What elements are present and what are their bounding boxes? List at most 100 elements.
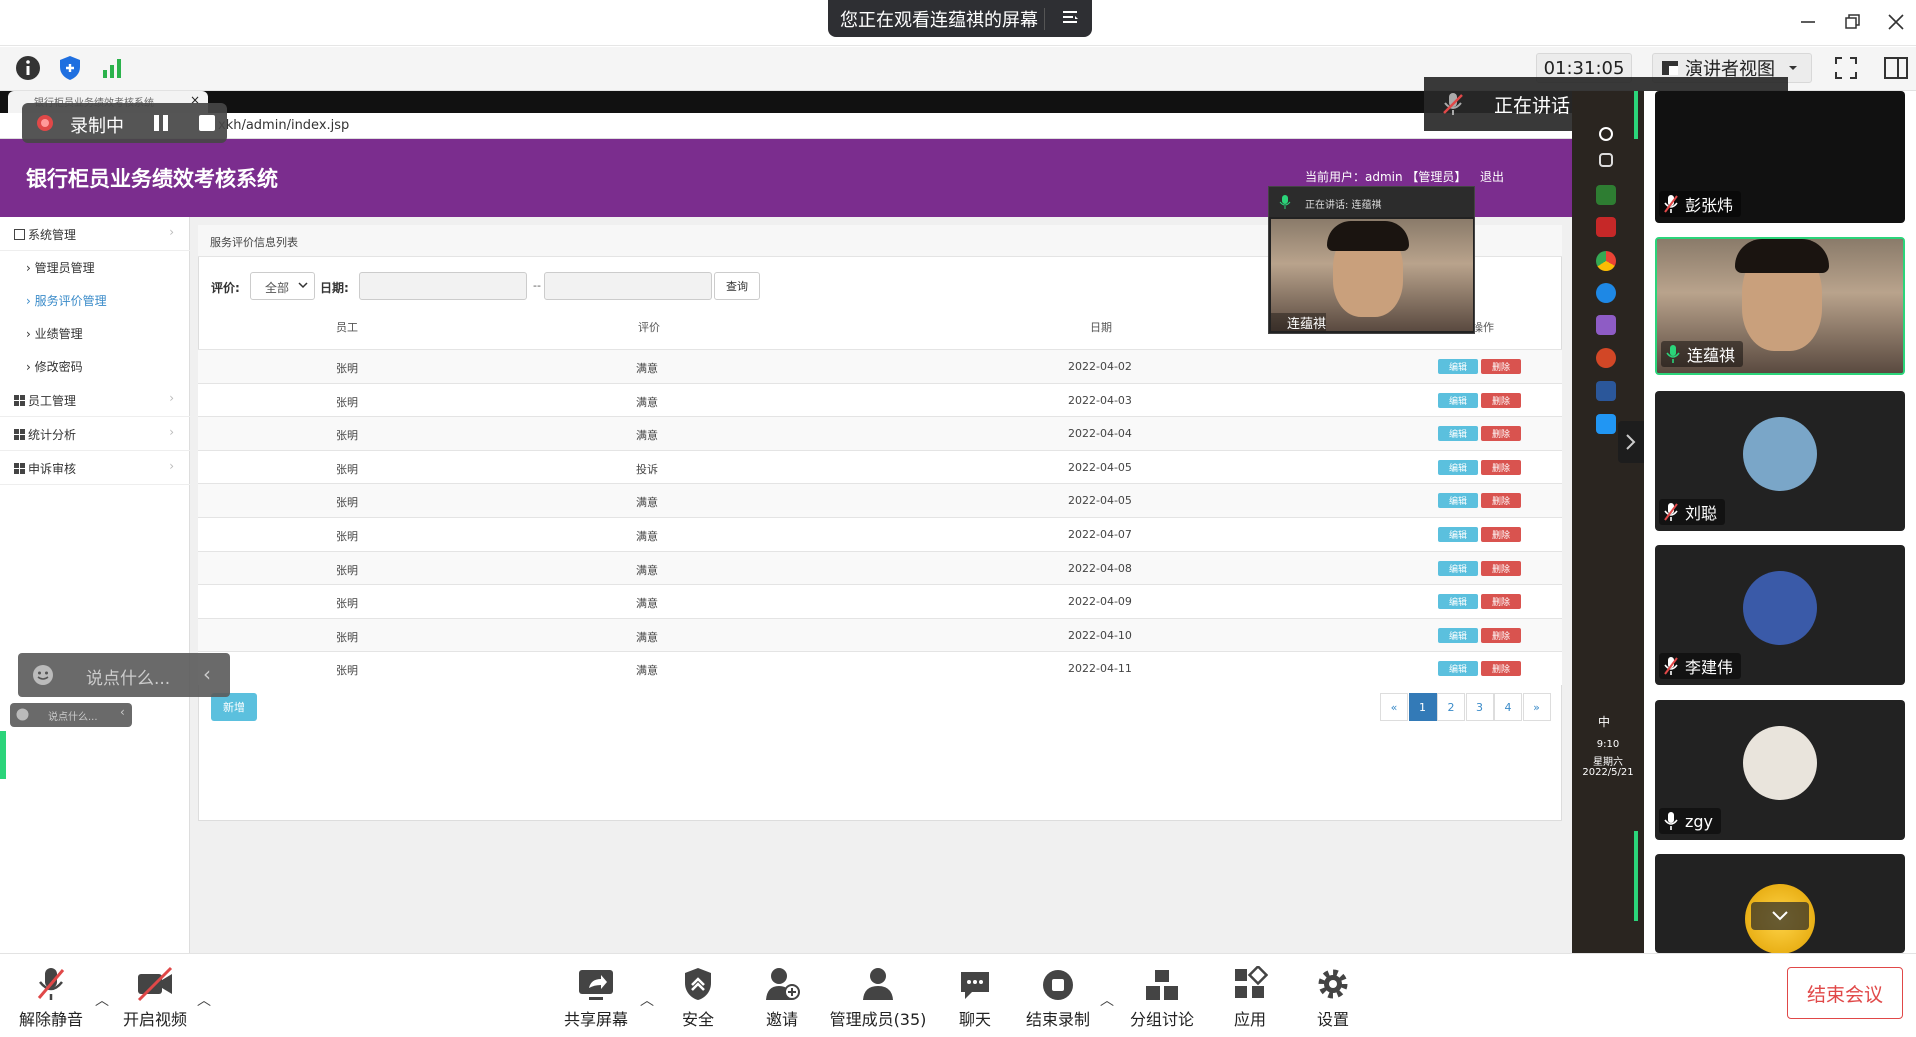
minimize-icon[interactable] xyxy=(1796,10,1820,34)
recording-indicator[interactable]: 录制中 xyxy=(22,103,227,143)
sidebar-item-admin[interactable]: › 管理员管理 xyxy=(0,251,190,284)
invite-button[interactable]: 邀请 xyxy=(758,966,806,1030)
restore-icon[interactable] xyxy=(1840,10,1864,34)
taskview-icon[interactable] xyxy=(1599,153,1613,167)
delete-button[interactable]: 删除 xyxy=(1481,426,1521,442)
chat-button[interactable]: 聊天 xyxy=(955,966,995,1030)
app-icon[interactable] xyxy=(1596,185,1616,205)
sidebar-item-label: 业绩管理 xyxy=(34,327,83,341)
edit-button[interactable]: 编辑 xyxy=(1438,627,1478,643)
edit-button[interactable]: 编辑 xyxy=(1438,560,1478,576)
participant-tile[interactable]: 李建伟 xyxy=(1655,545,1905,685)
edit-button[interactable]: 编辑 xyxy=(1438,661,1478,677)
delete-button[interactable]: 删除 xyxy=(1481,392,1521,408)
chat-input-bar[interactable]: 说点什么... ‹ xyxy=(18,653,230,697)
start-date-input[interactable] xyxy=(359,272,527,300)
participant-tile[interactable]: 刘聪 xyxy=(1655,391,1905,531)
delete-button[interactable]: 删除 xyxy=(1481,459,1521,475)
rating-cell: 满意 xyxy=(636,429,658,443)
page-button[interactable]: 1 xyxy=(1408,693,1437,721)
share-screen-button[interactable]: 共享屏幕 xyxy=(556,966,636,1030)
add-button[interactable]: 新增 xyxy=(211,693,257,721)
security-button[interactable]: 安全 xyxy=(676,966,720,1030)
chevron-up-icon[interactable]: ︿ xyxy=(640,990,654,1010)
menu-icon[interactable] xyxy=(1060,7,1080,27)
delete-button[interactable]: 删除 xyxy=(1481,594,1521,610)
edit-button[interactable]: 编辑 xyxy=(1438,426,1478,442)
delete-button[interactable]: 删除 xyxy=(1481,560,1521,576)
chrome-icon[interactable] xyxy=(1596,251,1616,271)
sidebar-item-rating[interactable]: › 服务评价管理 xyxy=(0,284,190,317)
signal-icon[interactable] xyxy=(98,54,128,84)
search-button[interactable]: 查询 xyxy=(714,272,760,300)
sidebar-item-performance[interactable]: › 业绩管理 xyxy=(0,317,190,350)
prev-page-button[interactable]: « xyxy=(1380,693,1408,721)
app-icon[interactable] xyxy=(1596,315,1616,335)
delete-button[interactable]: 删除 xyxy=(1481,661,1521,677)
end-meeting-button[interactable]: 结束会议 xyxy=(1787,967,1903,1019)
meeting-app-icon[interactable] xyxy=(1596,414,1616,434)
powerpoint-icon[interactable] xyxy=(1596,348,1616,368)
emoji-icon[interactable] xyxy=(16,708,29,721)
sidebar-group-stats[interactable]: 统计分析 › xyxy=(0,417,190,451)
search-circle-icon[interactable] xyxy=(1599,127,1613,141)
sidebar-item-label: 修改密码 xyxy=(34,360,83,374)
shield-icon[interactable] xyxy=(56,54,86,84)
edit-button[interactable]: 编辑 xyxy=(1438,459,1478,475)
participant-tile[interactable] xyxy=(1655,854,1905,953)
presenter-taskbar: 中 9:10 星期六 2022/5/21 xyxy=(1572,91,1644,953)
participant-tile[interactable]: zgy xyxy=(1655,700,1905,840)
page-button[interactable]: 2 xyxy=(1437,693,1465,721)
delete-button[interactable]: 删除 xyxy=(1481,359,1521,374)
viewing-banner[interactable]: 您正在观看连蕴祺的屏幕 xyxy=(828,0,1092,37)
next-page-button[interactable]: » xyxy=(1522,693,1551,721)
edit-button[interactable]: 编辑 xyxy=(1438,594,1478,610)
delete-button[interactable]: 删除 xyxy=(1481,627,1521,643)
chevron-left-icon[interactable]: ‹ xyxy=(203,662,211,686)
logout-link[interactable]: 退出 xyxy=(1480,168,1504,185)
end-recording-button[interactable]: 结束录制 xyxy=(1024,966,1092,1030)
edge-icon[interactable] xyxy=(1596,283,1616,303)
end-date-input[interactable] xyxy=(544,272,712,300)
word-icon[interactable] xyxy=(1596,381,1616,401)
sidebar-item-password[interactable]: › 修改密码 xyxy=(0,350,190,383)
ime-indicator[interactable]: 中 xyxy=(1598,713,1610,730)
emoji-icon[interactable] xyxy=(32,664,54,686)
manage-members-button[interactable]: 管理成员(35) xyxy=(828,966,928,1030)
settings-button[interactable]: 设置 xyxy=(1313,966,1353,1030)
chevron-down-icon[interactable] xyxy=(1751,902,1809,930)
chat-input-bar-small[interactable]: 说点什么... ‹ xyxy=(10,703,132,727)
chevron-left-icon[interactable]: ‹ xyxy=(120,705,125,719)
delete-button[interactable]: 删除 xyxy=(1481,527,1521,542)
chevron-right-icon[interactable] xyxy=(1618,421,1644,463)
edit-button[interactable]: 编辑 xyxy=(1438,527,1478,542)
rating-select[interactable]: 全部 xyxy=(250,272,315,300)
sidebar-group-system[interactable]: 系统管理 › xyxy=(0,217,190,251)
close-icon[interactable] xyxy=(1884,10,1908,34)
page-button[interactable]: 4 xyxy=(1494,693,1522,721)
edit-button[interactable]: 编辑 xyxy=(1438,359,1478,374)
sidebar-toggle-icon[interactable] xyxy=(1882,54,1912,84)
edit-button[interactable]: 编辑 xyxy=(1438,493,1478,509)
sidebar-group-employee[interactable]: 员工管理 › xyxy=(0,383,190,417)
chevron-up-icon[interactable]: ︿ xyxy=(1100,990,1114,1010)
edit-button[interactable]: 编辑 xyxy=(1438,392,1478,408)
participant-tile[interactable]: 彭张炜 xyxy=(1655,91,1905,223)
address-bar[interactable]: xkh/admin/index.jsp xyxy=(0,113,1572,139)
delete-button[interactable]: 删除 xyxy=(1481,493,1521,509)
chevron-up-icon[interactable]: ︿ xyxy=(95,990,109,1010)
unmute-button[interactable]: 解除静音 xyxy=(14,966,88,1030)
fullscreen-icon[interactable] xyxy=(1832,54,1862,84)
page-button[interactable]: 3 xyxy=(1465,693,1494,721)
stop-icon[interactable] xyxy=(198,114,216,132)
sidebar-group-appeal[interactable]: 申诉审核 › xyxy=(0,451,190,485)
chevron-up-icon[interactable]: ︿ xyxy=(197,990,211,1010)
participant-tile[interactable]: 连蕴祺 xyxy=(1655,237,1905,375)
apps-button[interactable]: 应用 xyxy=(1230,966,1270,1030)
app-icon[interactable] xyxy=(1596,217,1616,237)
presenter-video[interactable]: 正在讲话: 连蕴祺 连蕴祺 xyxy=(1268,186,1475,334)
video-button[interactable]: 开启视频 xyxy=(118,966,192,1030)
pause-icon[interactable] xyxy=(152,114,170,132)
info-icon[interactable] xyxy=(14,54,44,84)
breakout-button[interactable]: 分组讨论 xyxy=(1128,966,1196,1030)
